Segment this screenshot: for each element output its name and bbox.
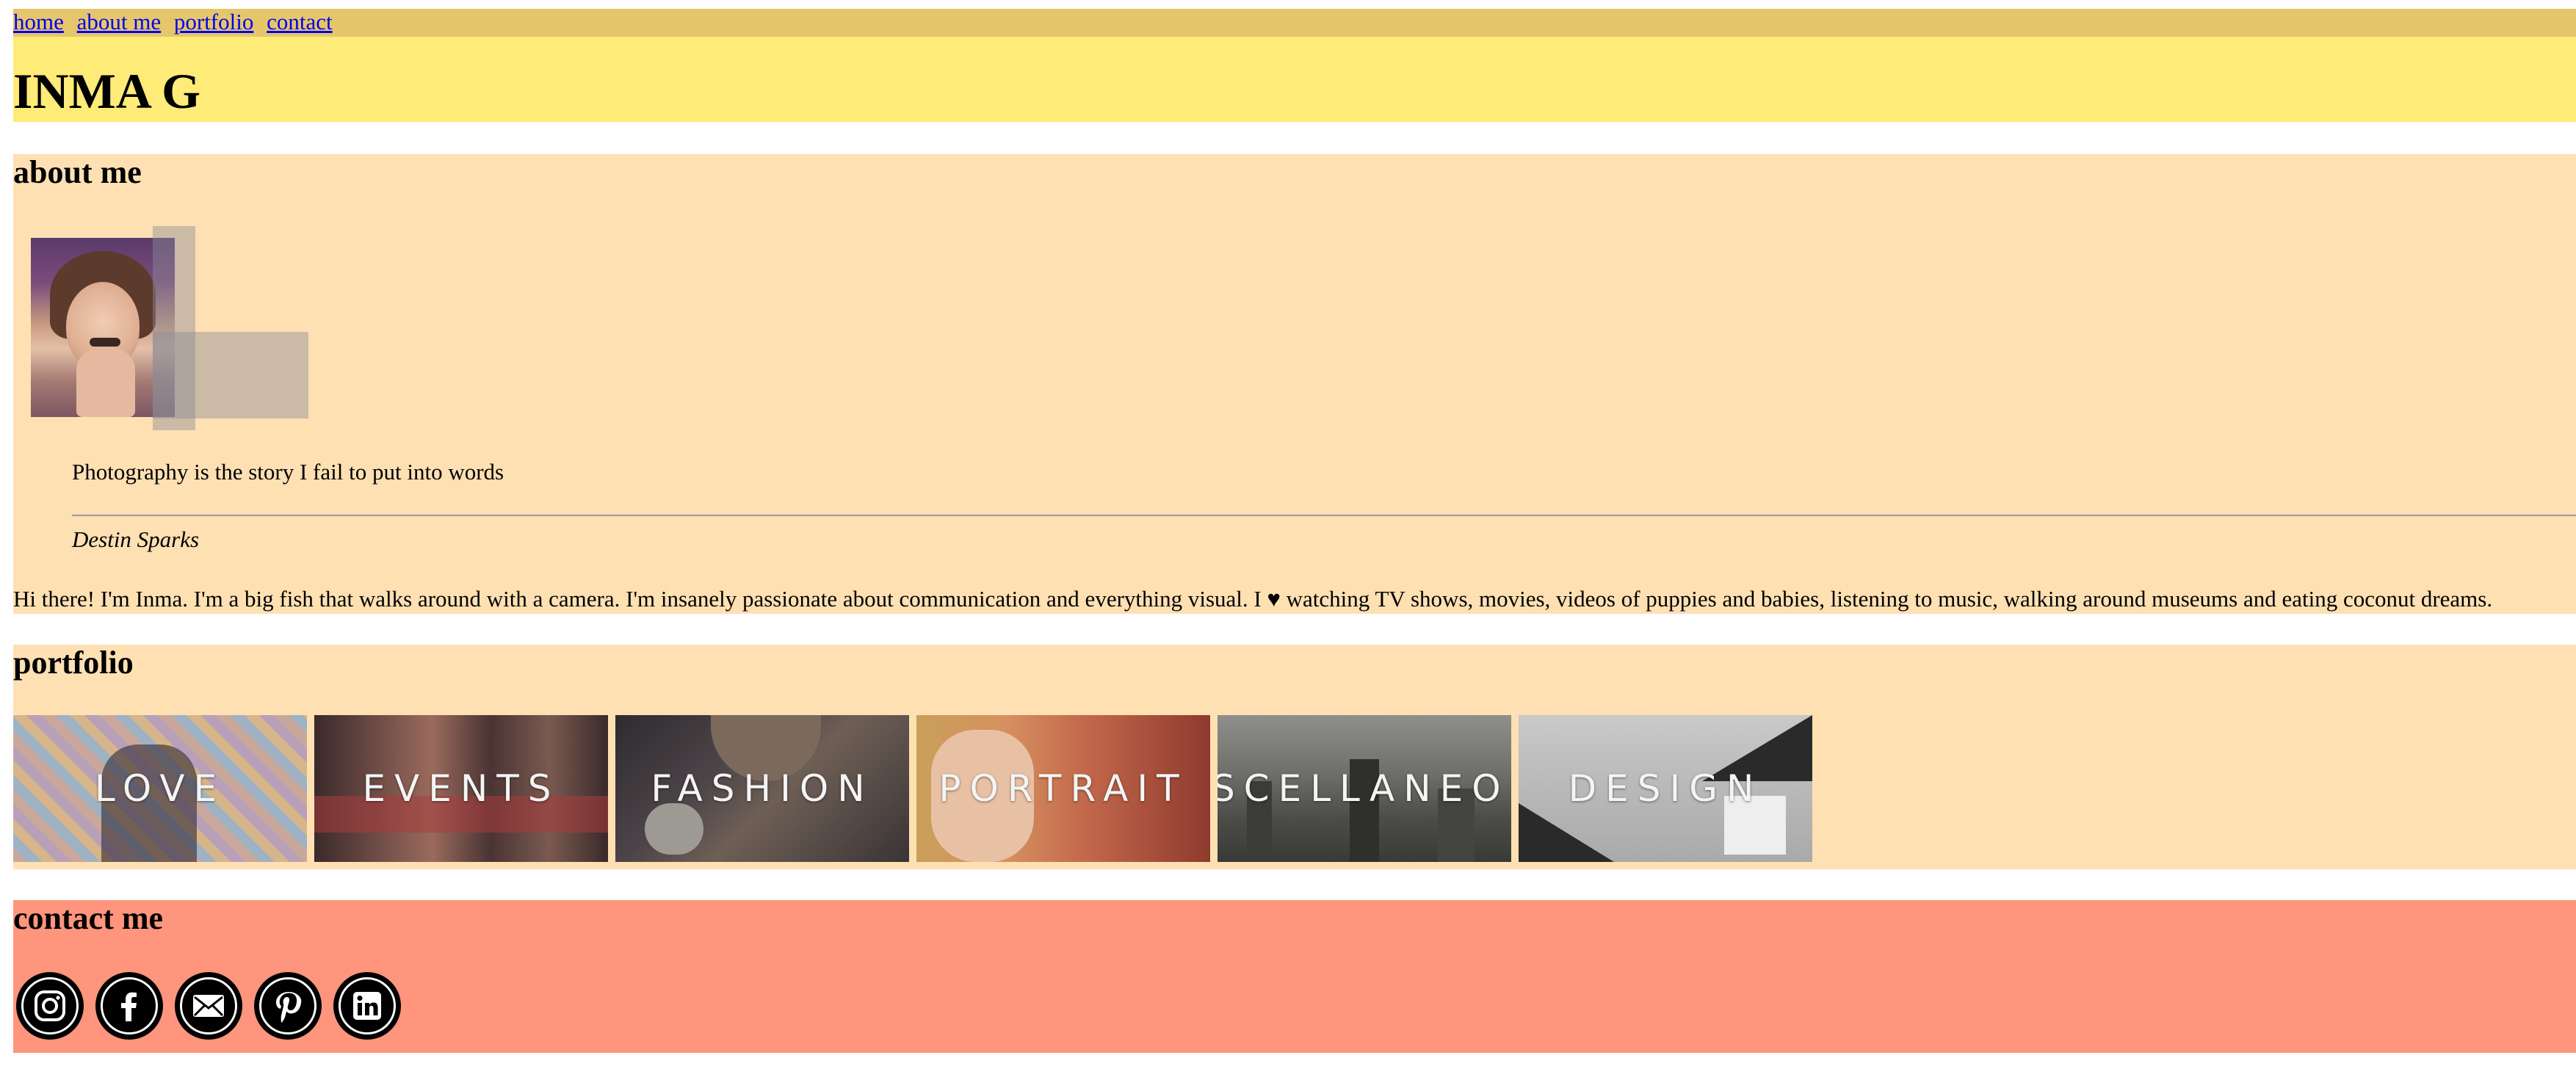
email-icon (180, 977, 237, 1034)
contact-heading: contact me (13, 900, 164, 936)
portfolio-tile-fashion[interactable]: FASHION (615, 715, 909, 862)
about-bio: Hi there! I'm Inma. I'm a big fish that … (13, 586, 2493, 612)
portfolio-tile-events[interactable]: EVENTS (314, 715, 608, 862)
portfolio-tile-portrait[interactable]: PORTRAIT (916, 715, 1210, 862)
linkedin-link[interactable] (333, 972, 401, 1040)
tile-label: FASHION (651, 767, 874, 810)
nav-link-contact[interactable]: contact (267, 9, 333, 35)
photo-mustache (90, 338, 120, 347)
portfolio-section: portfolio LOVE EVENTS FASHION PORTRAIT M… (13, 645, 2576, 869)
tile-label: MISCELLANEOUS (1218, 767, 1511, 810)
quote-author: Destin Sparks (72, 526, 200, 552)
tile-label: LOVE (94, 767, 226, 810)
pinterest-icon (259, 977, 316, 1034)
tile-label: DESIGN (1568, 767, 1763, 810)
facebook-icon (101, 977, 158, 1034)
portfolio-tile-design[interactable]: DESIGN (1519, 715, 1812, 862)
instagram-icon (21, 977, 79, 1034)
about-section: about me Photography is the story I fail… (13, 154, 2576, 614)
decorative-overlay-horizontal (153, 332, 308, 418)
photo-hands (76, 348, 135, 417)
email-link[interactable] (175, 972, 242, 1040)
tile-label: EVENTS (362, 767, 560, 810)
nav-link-about-me[interactable]: about me (77, 9, 162, 35)
portfolio-tile-miscellaneous[interactable]: MISCELLANEOUS (1218, 715, 1511, 862)
quote-text: Photography is the story I fail to put i… (72, 459, 504, 485)
pinterest-link[interactable] (254, 972, 322, 1040)
nav-link-portfolio[interactable]: portfolio (174, 9, 254, 35)
about-heading: about me (13, 154, 142, 190)
contact-section: contact me (13, 900, 2576, 1053)
tile-label: PORTRAIT (938, 767, 1188, 810)
facebook-link[interactable] (95, 972, 163, 1040)
nav-link-home[interactable]: home (13, 9, 64, 35)
quote-divider (72, 515, 2576, 516)
site-title: INMA G (13, 63, 200, 119)
instagram-link[interactable] (16, 972, 84, 1040)
linkedin-icon (339, 977, 396, 1034)
site-header: INMA G (13, 37, 2576, 122)
portfolio-tile-love[interactable]: LOVE (13, 715, 307, 862)
top-nav: home about me portfolio contact (13, 9, 2576, 37)
portfolio-heading: portfolio (13, 645, 134, 681)
profile-photo-collage (31, 226, 325, 439)
